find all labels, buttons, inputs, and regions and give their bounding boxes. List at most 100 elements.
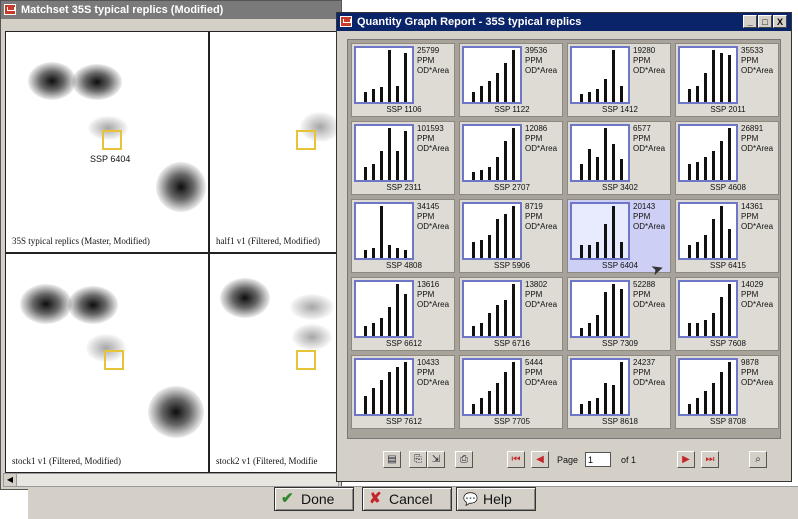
- panel-caption: stock2 v1 (Filtered, Modifie: [216, 456, 318, 466]
- quantity-graph-tile[interactable]: 13802 PPM OD*Area SSP 6716: [459, 277, 563, 351]
- spot-name: SSP 2707: [494, 183, 530, 192]
- plot-bar: [704, 320, 707, 336]
- unit-od-area: OD*Area: [417, 300, 450, 309]
- quantity-graph-tile[interactable]: 39536 PPM OD*Area SSP 1122: [459, 43, 563, 117]
- zoom-icon[interactable]: ⌕: [749, 451, 767, 468]
- plot-bar: [380, 151, 383, 180]
- quantity-value: 6577: [633, 124, 651, 133]
- plot-bar: [720, 372, 723, 414]
- plot-bar: [480, 86, 483, 102]
- minimize-button[interactable]: _: [743, 15, 757, 28]
- spot-selection-box[interactable]: [104, 350, 124, 370]
- cancel-button[interactable]: ✘ Cancel: [362, 487, 452, 511]
- spot-selection-box[interactable]: [296, 350, 316, 370]
- unit-ppm: PPM: [633, 56, 651, 65]
- quantity-graph-tile[interactable]: 26891 PPM OD*Area SSP 4608: [675, 121, 779, 195]
- app-icon: [4, 4, 16, 15]
- plot-bar: [612, 206, 615, 258]
- plot-bar: [604, 224, 607, 258]
- unit-ppm: PPM: [525, 134, 543, 143]
- quantity-graph-tile[interactable]: 19280 PPM OD*Area SSP 1412: [567, 43, 671, 117]
- previous-page-icon[interactable]: ◀: [531, 451, 549, 468]
- quantity-value: 52288: [633, 280, 656, 289]
- print-icon[interactable]: ⎙: [455, 451, 473, 468]
- plot-bar: [496, 383, 499, 414]
- help-label: Help: [483, 491, 512, 507]
- plot-bar: [580, 94, 583, 102]
- plot-bar: [512, 50, 515, 102]
- quantity-graph-tile[interactable]: 14361 PPM OD*Area SSP 6415: [675, 199, 779, 273]
- plot-bar: [364, 92, 367, 102]
- gel-panel-stock1[interactable]: stock1 v1 (Filtered, Modified): [5, 253, 209, 473]
- done-button[interactable]: ✔ Done: [274, 487, 354, 511]
- quantity-graph-tile[interactable]: 8719 PPM OD*Area SSP 5906: [459, 199, 563, 273]
- plot-bar: [512, 128, 515, 180]
- gel-panel-master[interactable]: SSP 6404 35S typical replics (Master, Mo…: [5, 31, 209, 253]
- plot-bar: [388, 372, 391, 414]
- spot-name: SSP 2311: [386, 183, 422, 192]
- spot-selection-box[interactable]: [102, 130, 122, 150]
- quantity-text: 25799 PPM OD*Area: [417, 46, 449, 76]
- report-toolbar: ▤ ⎘ ⇲ ⎙ ⏮ ◀ Page of 1 ▶ ⏭ ⌕: [347, 447, 781, 473]
- first-page-icon[interactable]: ⏮: [507, 451, 525, 468]
- unit-od-area: OD*Area: [525, 144, 558, 153]
- quantity-value: 26891: [741, 124, 764, 133]
- next-page-icon[interactable]: ▶: [677, 451, 695, 468]
- quantity-graph-tile[interactable]: 13616 PPM OD*Area SSP 6612: [351, 277, 455, 351]
- quantity-graph-tile[interactable]: 25799 PPM OD*Area SSP 1106: [351, 43, 455, 117]
- quantity-graph-tile[interactable]: 14029 PPM OD*Area SSP 7608: [675, 277, 779, 351]
- plot-bar: [712, 151, 715, 180]
- maximize-button[interactable]: □: [758, 15, 772, 28]
- quantity-graph-tile[interactable]: 34145 PPM OD*Area SSP 4808: [351, 199, 455, 273]
- quantity-graph-tile[interactable]: 35533 PPM OD*Area SSP 2011: [675, 43, 779, 117]
- quantity-graph-tile[interactable]: 24237 PPM OD*Area SSP 8618: [567, 355, 671, 429]
- spot-name: SSP 4808: [386, 261, 422, 270]
- unit-od-area: OD*Area: [525, 222, 558, 231]
- quantity-graph-tile[interactable]: 12086 PPM OD*Area SSP 2707: [459, 121, 563, 195]
- plot-bar: [372, 388, 375, 414]
- unit-ppm: PPM: [741, 290, 759, 299]
- matchset-title-bar[interactable]: Matchset 35S typical replics (Modified): [1, 1, 341, 19]
- plot-bar: [588, 401, 591, 414]
- export-icon[interactable]: ⇲: [427, 451, 445, 468]
- quantity-graph-tile[interactable]: 5444 PPM OD*Area SSP 7705: [459, 355, 563, 429]
- report-title-bar[interactable]: Quantity Graph Report - 35S typical repl…: [337, 13, 791, 31]
- horizontal-scrollbar[interactable]: ◀: [3, 473, 339, 487]
- left-arrow-icon[interactable]: ◀: [4, 474, 17, 486]
- spot-selection-box[interactable]: [296, 130, 316, 150]
- bar-plot: [462, 46, 522, 104]
- book-icon[interactable]: ▤: [383, 451, 401, 468]
- last-page-icon[interactable]: ⏭: [701, 451, 719, 468]
- plot-bar: [588, 323, 591, 336]
- quantity-graph-tile[interactable]: 101593 PPM OD*Area SSP 2311: [351, 121, 455, 195]
- quantity-graph-tile[interactable]: 10433 PPM OD*Area SSP 7612: [351, 355, 455, 429]
- print-preview-icon[interactable]: ⎘: [409, 451, 427, 468]
- quantity-graph-tile[interactable]: 52288 PPM OD*Area SSP 7309: [567, 277, 671, 351]
- quantity-graph-tile[interactable]: 6577 PPM OD*Area SSP 3402: [567, 121, 671, 195]
- quantity-graph-report-window: Quantity Graph Report - 35S typical repl…: [336, 12, 792, 482]
- page-number-input[interactable]: [585, 452, 611, 467]
- unit-ppm: PPM: [633, 212, 651, 221]
- plot-bar: [704, 157, 707, 180]
- gel-panel-stock2[interactable]: stock2 v1 (Filtered, Modifie: [209, 253, 341, 473]
- close-button[interactable]: X: [773, 15, 787, 28]
- bar-plot: [462, 202, 522, 260]
- page-label: Page: [557, 455, 579, 465]
- quantity-graph-tile[interactable]: 9878 PPM OD*Area SSP 8708: [675, 355, 779, 429]
- gel-panel-half1[interactable]: half1 v1 (Filtered, Modified): [209, 31, 341, 253]
- plot-bar: [688, 89, 691, 102]
- quantity-text: 13616 PPM OD*Area: [417, 280, 449, 310]
- bar-plot: [354, 46, 414, 104]
- quantity-value: 5444: [525, 358, 543, 367]
- plot-bar: [372, 89, 375, 102]
- plot-bar: [512, 362, 515, 414]
- bar-plot: [570, 124, 630, 182]
- help-button[interactable]: 💬 Help: [456, 487, 536, 511]
- plot-bar: [728, 284, 731, 336]
- unit-od-area: OD*Area: [633, 144, 666, 153]
- plot-bar: [596, 242, 599, 258]
- plot-bar: [612, 284, 615, 336]
- plot-bar: [612, 50, 615, 102]
- protein-spot: [28, 62, 76, 100]
- spot-name: SSP 6612: [386, 339, 422, 348]
